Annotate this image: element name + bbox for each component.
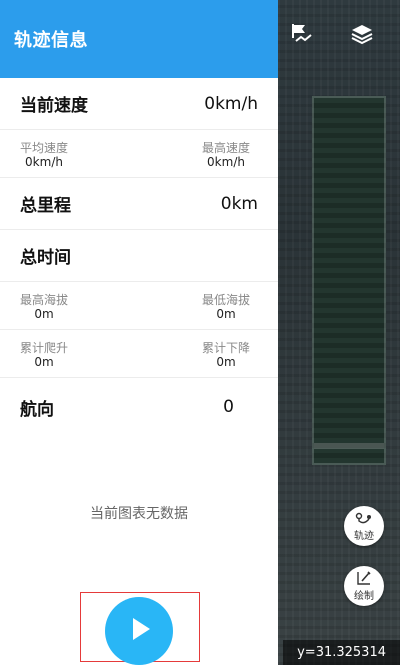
max-speed-cell: 最高速度 0km/h: [202, 141, 250, 169]
heading-label: 航向: [20, 399, 54, 420]
page-title: 轨迹信息: [14, 30, 88, 51]
total-descent-value: 0m: [216, 355, 236, 369]
total-time-label: 总时间: [20, 248, 71, 268]
max-altitude-cell: 最高海拔 0m: [20, 293, 68, 321]
track-button-label: 轨迹: [354, 530, 374, 542]
draw-button[interactable]: 绘制: [344, 566, 384, 606]
field-divider: [314, 443, 384, 449]
layers-button[interactable]: [348, 22, 376, 50]
current-speed-value: 0km/h: [204, 93, 258, 114]
total-climb-value: 0m: [34, 355, 54, 369]
track-icon: [355, 511, 373, 530]
track-button[interactable]: 轨迹: [344, 506, 384, 546]
speed-stats-row: 平均速度 0km/h 最高速度 0km/h: [0, 130, 278, 178]
route-flag-button[interactable]: [288, 22, 316, 50]
heading-value: 0: [223, 397, 234, 417]
route-flag-icon: [289, 21, 315, 51]
avg-speed-value: 0km/h: [25, 155, 63, 169]
play-button[interactable]: [105, 597, 173, 665]
current-speed-label: 当前速度: [20, 96, 88, 116]
max-altitude-value: 0m: [34, 307, 54, 321]
heading-row: 航向 0: [0, 378, 278, 436]
max-speed-label: 最高速度: [202, 141, 251, 155]
total-distance-row: 总里程 0km: [0, 178, 278, 230]
min-altitude-cell: 最低海拔 0m: [202, 293, 250, 321]
max-speed-value: 0km/h: [207, 155, 245, 169]
draw-button-label: 绘制: [354, 591, 374, 602]
total-distance-value: 0km: [220, 193, 258, 214]
climb-stats-row: 累计爬升 0m 累计下降 0m: [0, 330, 278, 378]
current-speed-row: 当前速度 0km/h: [0, 78, 278, 130]
play-button-highlight: [80, 592, 200, 665]
avg-speed-label: 平均速度: [20, 141, 69, 155]
min-altitude-label: 最低海拔: [202, 293, 251, 307]
total-time-row: 总时间: [0, 230, 278, 282]
altitude-stats-row: 最高海拔 0m 最低海拔 0m: [0, 282, 278, 330]
total-distance-label: 总里程: [20, 196, 71, 216]
map-sports-field: [312, 96, 386, 465]
chart-empty-message: 当前图表无数据: [90, 506, 188, 522]
total-descent-label: 累计下降: [202, 341, 251, 355]
track-info-panel: 轨迹信息 当前速度 0km/h 平均速度 0km/h 最高速度 0km/h 总里…: [0, 0, 278, 665]
total-climb-label: 累计爬升: [20, 341, 69, 355]
layers-icon: [350, 22, 374, 50]
min-altitude-value: 0m: [216, 307, 236, 321]
play-icon: [124, 614, 154, 648]
panel-header: 轨迹信息: [0, 0, 278, 78]
max-altitude-label: 最高海拔: [20, 293, 69, 307]
coordinate-readout: y=31.325314: [283, 640, 400, 665]
draw-icon: [356, 570, 372, 590]
total-descent-cell: 累计下降 0m: [202, 341, 250, 369]
total-climb-cell: 累计爬升 0m: [20, 341, 68, 369]
avg-speed-cell: 平均速度 0km/h: [20, 141, 68, 169]
